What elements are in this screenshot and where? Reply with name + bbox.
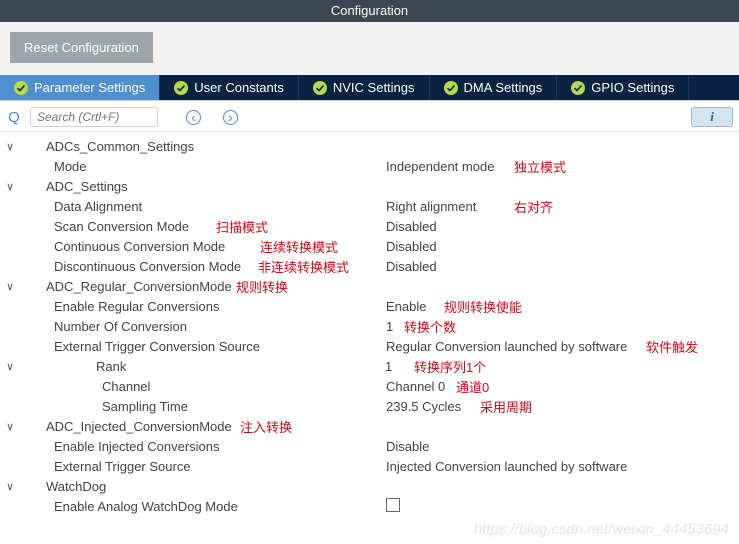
tab-label: DMA Settings <box>464 80 543 95</box>
search-icon: Q <box>6 109 22 126</box>
annotation: 非连续转换模式 <box>258 257 349 276</box>
check-icon <box>444 81 458 95</box>
info-icon: i <box>710 109 714 125</box>
section-header: ADC_Injected_ConversionMode <box>24 419 404 434</box>
param-label: Enable Regular Conversions <box>6 299 386 314</box>
expand-icon[interactable]: ∨ <box>6 420 24 433</box>
search-prev-icon[interactable]: ‹ <box>186 110 201 125</box>
tab-label: GPIO Settings <box>591 80 674 95</box>
annotation: 扫描模式 <box>216 217 268 236</box>
section-header: ADCs_Common_Settings <box>24 139 404 154</box>
annotation: 采用周期 <box>480 397 532 416</box>
check-icon <box>14 81 28 95</box>
annotation: 独立模式 <box>514 157 566 176</box>
annotation: 转换个数 <box>404 317 456 336</box>
annotation: 右对齐 <box>514 197 553 216</box>
param-label: Data Alignment <box>6 199 386 214</box>
expand-icon[interactable]: ∨ <box>6 180 24 193</box>
tab-parameter-settings[interactable]: Parameter Settings <box>0 75 160 100</box>
tab-label: User Constants <box>194 80 284 95</box>
search-next-icon[interactable]: › <box>223 110 238 125</box>
section-header: ADC_Regular_ConversionMode <box>24 279 404 294</box>
param-label: External Trigger Conversion Source <box>6 339 386 354</box>
param-label: Channel <box>6 379 386 394</box>
param-label: Enable Analog WatchDog Mode <box>6 499 386 514</box>
param-label: External Trigger Source <box>6 459 386 474</box>
param-value[interactable]: Disable <box>386 439 646 454</box>
annotation: 连续转换模式 <box>260 237 338 256</box>
annotation: 规则转换 <box>236 277 288 296</box>
param-label: Sampling Time <box>6 399 386 414</box>
expand-icon[interactable]: ∨ <box>6 280 24 293</box>
annotation: 软件触发 <box>646 337 698 356</box>
watermark: https://blog.csdn.net/weixin_44453694 <box>474 521 729 538</box>
window-title: Configuration <box>0 0 739 22</box>
search-row: Q ‹ › i <box>0 101 739 132</box>
check-icon <box>571 81 585 95</box>
check-icon <box>313 81 327 95</box>
tab-gpio-settings[interactable]: GPIO Settings <box>557 75 689 100</box>
section-header: ADC_Settings <box>24 179 404 194</box>
expand-icon[interactable]: ∨ <box>6 360 24 373</box>
param-value[interactable]: Disabled <box>386 219 646 234</box>
tab-nvic-settings[interactable]: NVIC Settings <box>299 75 430 100</box>
param-label: Mode <box>6 159 386 174</box>
param-value[interactable]: Regular Conversion launched by software <box>386 339 646 354</box>
param-value[interactable]: Disabled <box>386 259 646 274</box>
annotation: 转换序列1个 <box>414 357 486 376</box>
tab-dma-settings[interactable]: DMA Settings <box>430 75 558 100</box>
search-input[interactable] <box>30 107 158 127</box>
settings-tree: ∨ADCs_Common_Settings ModeIndependent mo… <box>0 132 739 516</box>
param-label: Scan Conversion Mode <box>6 219 386 234</box>
param-value[interactable]: Injected Conversion launched by software <box>386 459 646 474</box>
param-value[interactable]: Channel 0 <box>386 379 646 394</box>
toolbar: Reset Configuration <box>0 22 739 75</box>
param-label: Number Of Conversion <box>6 319 386 334</box>
tab-label: Parameter Settings <box>34 80 145 95</box>
annotation: 规则转换使能 <box>444 297 522 316</box>
info-button[interactable]: i <box>691 107 733 127</box>
param-label: Rank <box>24 359 385 374</box>
annotation: 通道0 <box>456 377 489 396</box>
section-header: WatchDog <box>24 479 404 494</box>
param-label: Enable Injected Conversions <box>6 439 386 454</box>
tab-bar: Parameter Settings User Constants NVIC S… <box>0 75 739 101</box>
tab-label: NVIC Settings <box>333 80 415 95</box>
reset-configuration-button[interactable]: Reset Configuration <box>10 32 153 63</box>
expand-icon[interactable]: ∨ <box>6 140 24 153</box>
param-value[interactable]: Disabled <box>386 239 646 254</box>
watchdog-checkbox[interactable] <box>386 498 400 512</box>
tab-user-constants[interactable]: User Constants <box>160 75 299 100</box>
check-icon <box>174 81 188 95</box>
annotation: 注入转换 <box>240 417 292 436</box>
expand-icon[interactable]: ∨ <box>6 480 24 493</box>
